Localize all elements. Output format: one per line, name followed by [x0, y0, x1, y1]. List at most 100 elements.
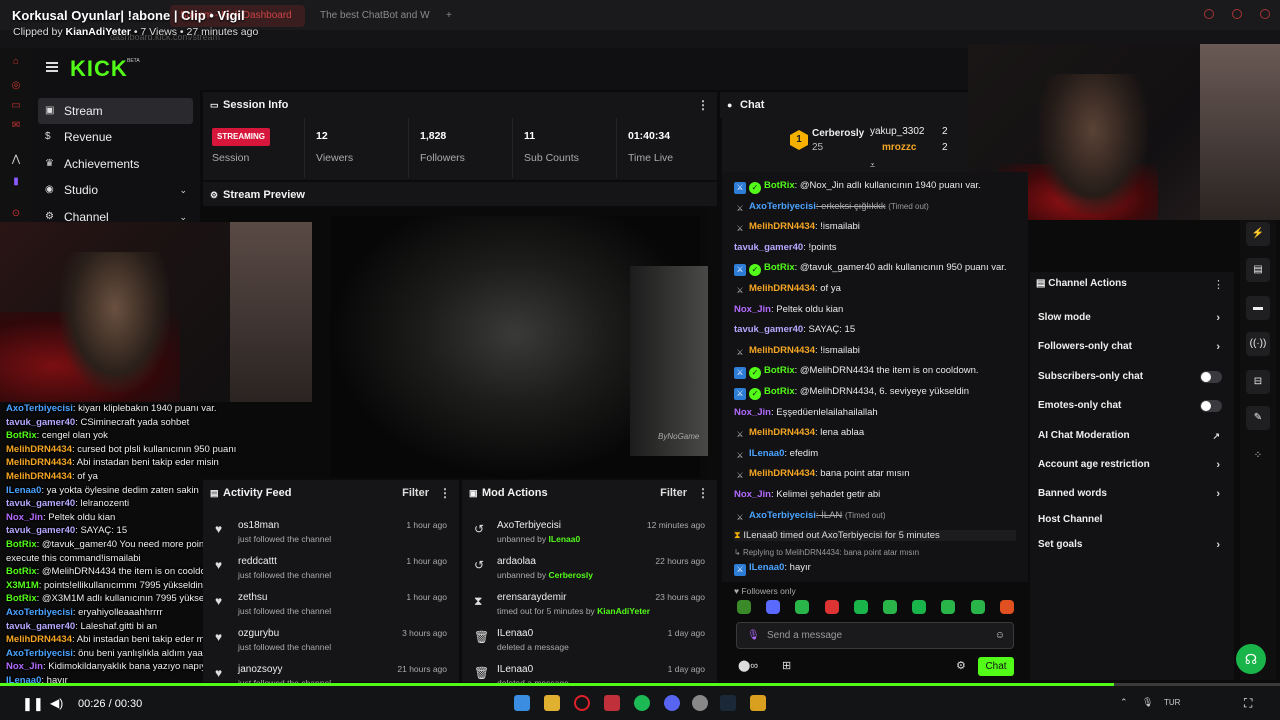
kebab-menu-icon[interactable]: ⋮ — [439, 480, 451, 506]
mod-action-actor[interactable]: Cerberosly — [549, 570, 593, 580]
mod-action-user[interactable]: AxoTerbiyecisi — [497, 520, 561, 531]
mod-action-user[interactable]: ardaolaa — [497, 556, 536, 567]
chat-message[interactable]: Nox_Jin: Eşşedüenlelailahailallah — [734, 407, 878, 418]
tray-chevron-icon[interactable]: ⌃ — [1120, 697, 1128, 708]
activity-user[interactable]: reddcattt — [238, 556, 277, 567]
chat-message[interactable]: ⚔ ILenaa0: efedim — [734, 448, 818, 462]
windows-start-icon[interactable] — [514, 695, 530, 711]
channel-action-followers-only-chat[interactable]: Followers-only chat › — [1038, 337, 1228, 357]
channel-action-host-channel[interactable]: Host Channel — [1038, 510, 1228, 530]
chat-username[interactable]: Nox_Jin — [734, 489, 771, 500]
close-icon[interactable] — [1260, 9, 1270, 19]
chat-message[interactable]: Nox_Jin: Kelimei şehadet getir abi — [734, 489, 880, 500]
chat-messages[interactable]: ⚔ ✓ BotRix: @Nox_Jin adlı kullanıcının 194… — [722, 172, 1028, 582]
send-chat-button[interactable]: Chat — [978, 657, 1014, 676]
emote-icon[interactable] — [795, 600, 810, 614]
new-tab-button[interactable]: + — [436, 5, 452, 27]
chat-username[interactable]: ILenaa0 — [749, 448, 784, 459]
mod-action-user[interactable]: ILenaa0 — [497, 628, 533, 639]
mail-icon[interactable]: ✉ — [10, 120, 22, 132]
chat-username[interactable]: BotRix — [764, 262, 795, 273]
chat-message[interactable]: Nox_Jin: Peltek oldu kian — [734, 304, 843, 315]
chat-username[interactable]: MelihDRN4434 — [749, 345, 815, 356]
leader-user-2[interactable]: yakup_3302 — [870, 126, 925, 137]
app-icon[interactable] — [604, 695, 620, 711]
app-icon[interactable] — [692, 695, 708, 711]
chat-settings-icon[interactable]: ⚙ — [956, 659, 966, 672]
channel-action-banned-words[interactable]: Banned words › — [1038, 484, 1228, 504]
mod-action-actor[interactable]: ILenaa0 — [549, 534, 581, 544]
chat-icon[interactable]: ▬ — [1246, 296, 1270, 320]
emote-icon[interactable] — [883, 600, 897, 614]
kick-sidebar-icon[interactable]: ⋀ — [10, 154, 22, 166]
emote-icon[interactable] — [737, 600, 751, 614]
leader-name[interactable]: Cerberosly — [812, 128, 864, 139]
kebab-menu-icon[interactable]: ⋮ — [1213, 278, 1224, 291]
lightning-icon[interactable]: ⚡ — [1246, 222, 1270, 246]
file-explorer-icon[interactable] — [544, 695, 560, 711]
chat-icon[interactable]: ▭ — [10, 100, 22, 112]
emote-icon[interactable] — [766, 600, 781, 614]
channel-action-ai-chat-moderation[interactable]: AI Chat Moderation ↗ — [1038, 426, 1228, 446]
activity-row[interactable]: ♥ os18man just followed the channel 1 hour … — [203, 514, 459, 550]
activity-user[interactable]: janozsoyy — [238, 664, 282, 675]
twitch-icon[interactable]: ▮ — [10, 176, 22, 188]
kebab-menu-icon[interactable]: ⋮ — [697, 480, 709, 506]
chat-username[interactable]: BotRix — [764, 180, 795, 191]
kebab-menu-icon[interactable]: ⋮ — [697, 92, 709, 118]
chat-message[interactable]: ⚔ ✓ BotRix: @MelihDRN4434, 6. seviyeye yük… — [734, 386, 969, 400]
toggle-switch[interactable] — [1200, 400, 1222, 412]
channel-action-set-goals[interactable]: Set goals › — [1038, 535, 1228, 555]
language-indicator[interactable]: TUR — [1164, 698, 1180, 707]
chat-message[interactable]: ⚔ MelihDRN4434: !ismailabi — [734, 221, 859, 235]
chat-message[interactable]: ⚔ MelihDRN4434: of ya — [734, 283, 840, 297]
help-fab-icon[interactable]: ☊ — [1236, 644, 1266, 674]
maximize-icon[interactable] — [1232, 9, 1242, 19]
mic-icon[interactable]: 🎙 — [747, 623, 760, 648]
settings-icon[interactable]: ⊙ — [10, 208, 22, 220]
messenger-icon[interactable]: ◎ — [10, 80, 22, 92]
chat-message[interactable]: ⚔ MelihDRN4434: lena ablaa — [734, 427, 864, 441]
pause-icon[interactable]: ❚❚ — [22, 696, 44, 712]
channel-action-subscribers-only-chat[interactable]: Subscribers-only chat — [1038, 367, 1228, 387]
mod-action-user[interactable]: erensaraydemir — [497, 592, 566, 603]
chat-username[interactable]: AxoTerbiyecisi — [749, 510, 816, 521]
chat-username[interactable]: Nox_Jin — [734, 304, 771, 315]
emote-icon[interactable] — [853, 600, 868, 614]
chat-username[interactable]: tavuk_gamer40 — [734, 242, 803, 253]
volume-icon[interactable]: ◀) — [50, 696, 63, 710]
chat-message[interactable]: tavuk_gamer40: !points — [734, 242, 836, 253]
chat-input[interactable]: 🎙 Send a message ☺ — [736, 622, 1014, 649]
chat-message[interactable]: ⚔ ILenaa0: hayır — [734, 562, 811, 577]
chat-message[interactable]: ⚔ AxoTerbiyecisi: İLAN (Timed out) — [734, 510, 885, 524]
chat-username[interactable]: MelihDRN4434 — [749, 221, 815, 232]
channel-action-emotes-only-chat[interactable]: Emotes-only chat — [1038, 396, 1228, 416]
toggle-switch[interactable] — [1200, 371, 1222, 383]
tab-chatbot[interactable]: The best ChatBot and W — [310, 5, 435, 27]
emote-icon[interactable] — [824, 600, 839, 614]
minimize-icon[interactable] — [1204, 9, 1214, 19]
chat-username[interactable]: MelihDRN4434 — [749, 468, 815, 479]
mod-action-row[interactable]: ↺ ardaolaa unbanned by Cerberosly 22 hours … — [462, 550, 717, 586]
spotify-icon[interactable] — [634, 695, 650, 711]
chat-message[interactable]: ⚔ ✓ BotRix: @Nox_Jin adlı kullanıcının 194… — [734, 180, 981, 194]
gift-icon[interactable]: ⊞ — [782, 659, 791, 672]
layout-icon[interactable]: ⊟ — [1246, 370, 1270, 394]
clipper-name[interactable]: KianAdiYeter — [66, 26, 131, 38]
chat-username[interactable]: BotRix — [764, 386, 795, 397]
chat-username[interactable]: MelihDRN4434 — [749, 283, 815, 294]
leader-user-3[interactable]: mrozzc — [882, 142, 916, 153]
emote-icon[interactable] — [941, 600, 956, 614]
mod-action-actor[interactable]: KianAdiYeter — [597, 606, 650, 616]
expand-chevron-icon[interactable]: ⩡ — [870, 160, 875, 171]
emoji-icon[interactable]: ☺ — [995, 623, 1005, 648]
mod-action-row[interactable]: ↺ AxoTerbiyecisi unbanned by ILenaa0 12 min… — [462, 514, 717, 550]
chat-username[interactable]: AxoTerbiyecisi — [749, 201, 816, 212]
mic-tray-icon[interactable]: 🎙 — [1142, 697, 1153, 708]
chat-message[interactable]: tavuk_gamer40: SAYAÇ: 15 — [734, 324, 855, 335]
filter-button[interactable]: Filter — [660, 480, 687, 506]
app-icon[interactable] — [750, 695, 766, 711]
chat-username[interactable]: ILenaa0 — [749, 562, 784, 573]
chat-username[interactable]: Nox_Jin — [734, 407, 771, 418]
sidebar-item-revenue[interactable]: $ Revenue — [38, 124, 193, 150]
